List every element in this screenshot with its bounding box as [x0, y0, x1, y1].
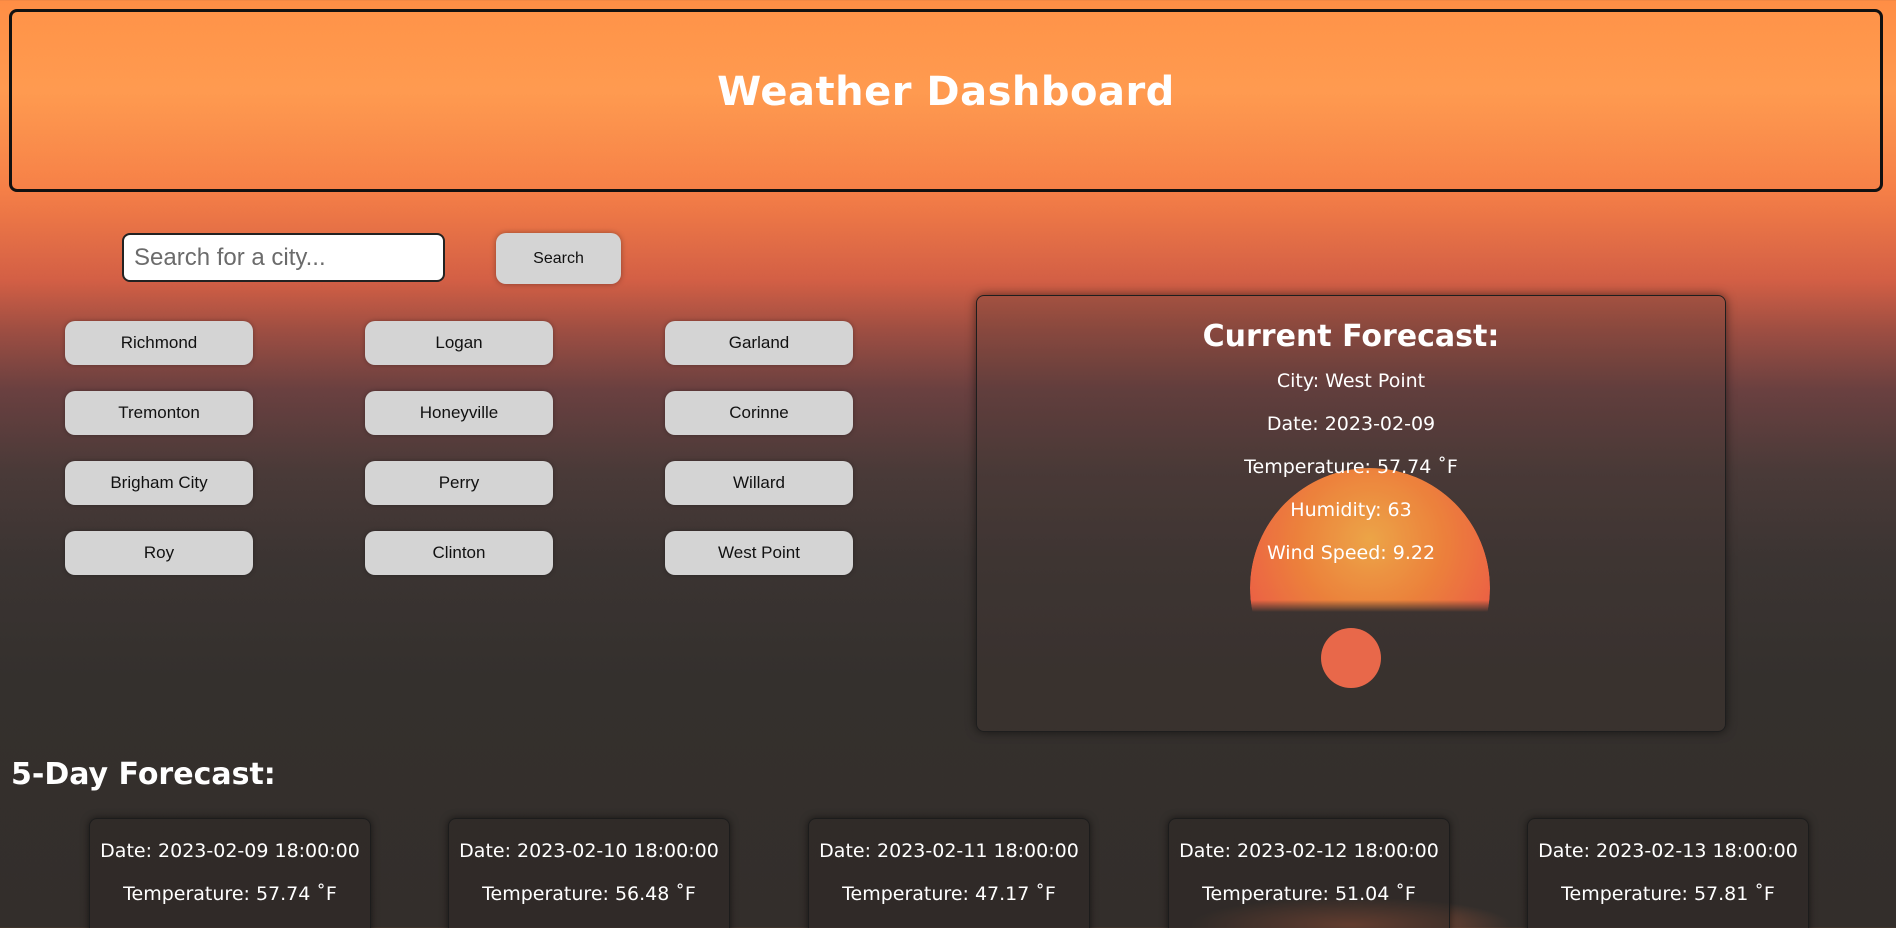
city-button-west-point[interactable]: West Point: [665, 531, 853, 575]
city-history-list: Richmond Logan Garland Tremonton Honeyvi…: [65, 321, 853, 575]
city-button-clinton[interactable]: Clinton: [365, 531, 553, 575]
forecast-temperature: Temperature: 47.17 ˚F: [842, 883, 1056, 905]
city-button-corinne[interactable]: Corinne: [665, 391, 853, 435]
forecast-day-card: Date: 2023-02-09 18:00:00 Temperature: 5…: [89, 818, 371, 928]
five-day-forecast-title: 5-Day Forecast:: [11, 757, 276, 792]
city-button-brigham-city[interactable]: Brigham City: [65, 461, 253, 505]
current-forecast-title: Current Forecast:: [1202, 319, 1500, 354]
forecast-date: Date: 2023-02-11 18:00:00: [819, 840, 1079, 862]
current-temperature: Temperature: 57.74 ˚F: [1244, 456, 1458, 478]
city-button-richmond[interactable]: Richmond: [65, 321, 253, 365]
forecast-day-card: Date: 2023-02-13 18:00:00 Temperature: 5…: [1527, 818, 1809, 928]
forecast-day-card: Date: 2023-02-11 18:00:00 Temperature: 4…: [808, 818, 1090, 928]
city-button-honeyville[interactable]: Honeyville: [365, 391, 553, 435]
current-date: Date: 2023-02-09: [1266, 413, 1436, 435]
weather-icon: [1321, 628, 1381, 688]
city-button-garland[interactable]: Garland: [665, 321, 853, 365]
forecast-temperature: Temperature: 56.48 ˚F: [482, 883, 696, 905]
page-header: Weather Dashboard: [9, 9, 1883, 192]
current-forecast-card: Current Forecast: City: West Point Date:…: [976, 295, 1726, 732]
city-button-tremonton[interactable]: Tremonton: [65, 391, 253, 435]
search-input[interactable]: [122, 233, 445, 282]
city-button-logan[interactable]: Logan: [365, 321, 553, 365]
current-city: City: West Point: [1276, 370, 1426, 392]
page-title: Weather Dashboard: [717, 68, 1175, 115]
city-button-roy[interactable]: Roy: [65, 531, 253, 575]
forecast-date: Date: 2023-02-09 18:00:00: [100, 840, 360, 862]
city-button-perry[interactable]: Perry: [365, 461, 553, 505]
forecast-day-card: Date: 2023-02-10 18:00:00 Temperature: 5…: [448, 818, 730, 928]
search-button[interactable]: Search: [496, 233, 621, 284]
forecast-day-card: Date: 2023-02-12 18:00:00 Temperature: 5…: [1168, 818, 1450, 928]
forecast-date: Date: 2023-02-10 18:00:00: [459, 840, 719, 862]
current-humidity: Humidity: 63: [1290, 499, 1412, 521]
forecast-date: Date: 2023-02-12 18:00:00: [1179, 840, 1439, 862]
forecast-date: Date: 2023-02-13 18:00:00: [1538, 840, 1798, 862]
forecast-temperature: Temperature: 57.74 ˚F: [123, 883, 337, 905]
forecast-temperature: Temperature: 57.81 ˚F: [1561, 883, 1775, 905]
current-wind-speed: Wind Speed: 9.22: [1266, 542, 1436, 564]
forecast-temperature: Temperature: 51.04 ˚F: [1202, 883, 1416, 905]
city-button-willard[interactable]: Willard: [665, 461, 853, 505]
